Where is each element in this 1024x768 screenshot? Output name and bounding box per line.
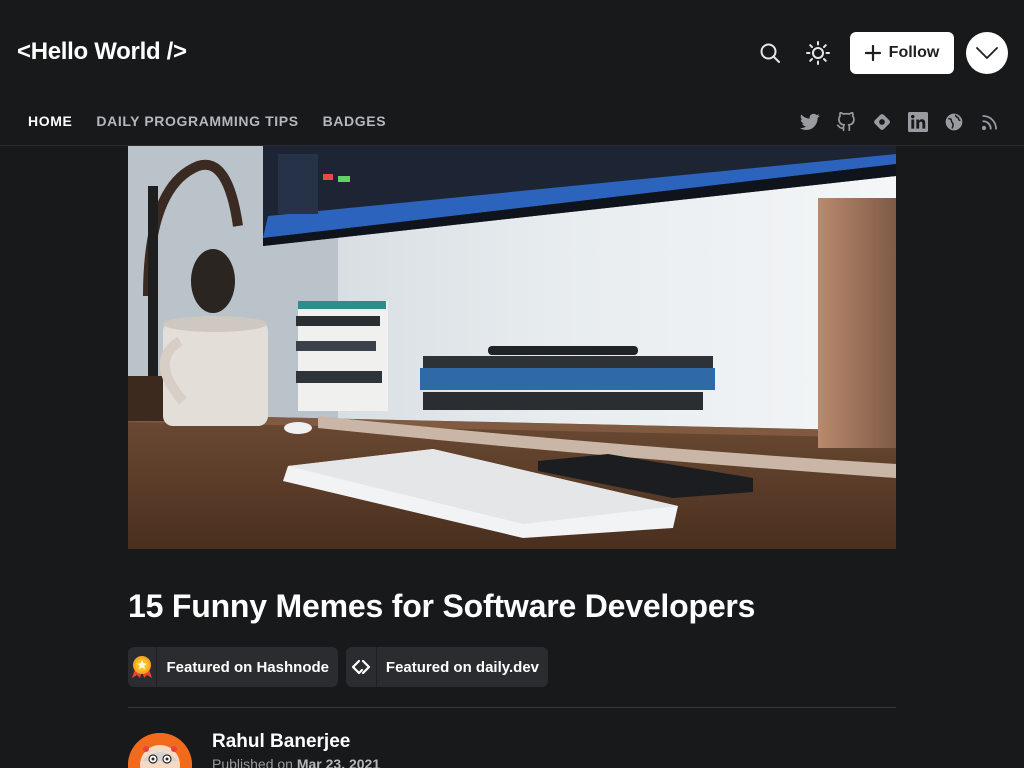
desk-setup-illustration xyxy=(128,146,896,549)
article-title: 15 Funny Memes for Software Developers xyxy=(128,588,756,624)
nav-item-daily-programming-tips[interactable]: DAILY PROGRAMMING TIPS xyxy=(96,113,298,129)
sun-icon xyxy=(806,41,830,65)
blog-logo[interactable]: <Hello World /> xyxy=(17,38,187,66)
linkedin-icon xyxy=(908,112,928,132)
rss-link[interactable] xyxy=(978,110,1002,134)
github-link[interactable] xyxy=(834,110,858,134)
plus-icon xyxy=(864,45,881,61)
search-icon xyxy=(760,43,780,63)
hashnode-icon xyxy=(874,114,890,130)
twitter-icon xyxy=(800,113,820,130)
rss-icon xyxy=(981,115,997,131)
published-prefix: Published on xyxy=(212,756,293,768)
featured-hashnode-label: Featured on Hashnode xyxy=(166,658,329,676)
blog-nav: HOME DAILY PROGRAMMING TIPS BADGES xyxy=(28,113,410,129)
featured-hashnode-badge[interactable]: Featured on Hashnode xyxy=(128,647,338,687)
search-button[interactable] xyxy=(750,33,790,73)
follow-label: Follow xyxy=(888,44,940,61)
content-divider xyxy=(128,707,896,708)
author-name[interactable]: Rahul Banerjee xyxy=(212,731,350,753)
hashnode-link[interactable] xyxy=(870,110,894,134)
hashnode-featured-icon xyxy=(128,647,158,687)
twitter-link[interactable] xyxy=(798,110,822,134)
social-links xyxy=(798,110,1014,134)
globe-icon xyxy=(945,113,963,131)
nav-item-home[interactable]: HOME xyxy=(28,113,72,129)
author-avatar[interactable] xyxy=(128,733,192,768)
monster-avatar-illustration xyxy=(128,733,192,768)
linkedin-link[interactable] xyxy=(906,110,930,134)
featured-dailydev-label: Featured on daily.dev xyxy=(385,658,539,676)
cover-image xyxy=(128,146,896,549)
follow-button[interactable]: Follow xyxy=(850,32,954,74)
github-icon xyxy=(836,112,855,132)
theme-toggle-button[interactable] xyxy=(798,33,838,73)
featured-dailydev-badge[interactable]: Featured on daily.dev xyxy=(346,647,548,687)
published-date: Published on Mar 23, 2021 xyxy=(212,756,380,768)
menu-button[interactable] xyxy=(966,32,1008,74)
nav-item-badges[interactable]: BADGES xyxy=(323,113,387,129)
dailydev-icon xyxy=(346,647,377,687)
website-link[interactable] xyxy=(942,110,966,134)
blog-header: <Hello World /> Follow HOME DAILY PROGRA… xyxy=(0,0,1024,146)
published-date-value: Mar 23, 2021 xyxy=(296,756,381,768)
chevron-down-icon xyxy=(976,47,998,59)
